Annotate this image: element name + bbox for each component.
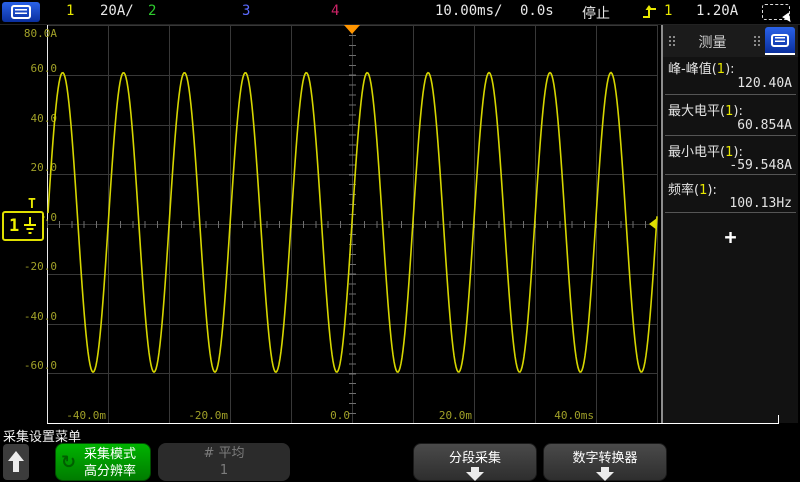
menu-list-icon [771,34,789,47]
ground-icon [23,217,37,235]
channel2-status[interactable]: 2 [148,3,156,19]
y-axis-label: 40.0 [2,112,57,125]
graticule-right-border [657,25,658,423]
acq-mode-value: 高分辨率 [70,463,150,480]
channel4-status[interactable]: 4 [331,3,339,19]
average-value: 1 [158,462,290,479]
average-label: # 平均 [158,445,290,462]
x-axis-label: -20.0m [168,409,228,422]
oscilloscope-screen: 1 20A/ 2 3 4 10.00ms/ 0.0s 停止 1 1.20A 80… [0,0,800,482]
y-axis-label: -40.0 [2,310,57,323]
y-axis-label: 80.0A [2,27,57,40]
axis-baseline [47,423,779,424]
y-axis-label: -20.0 [2,260,57,273]
digitizer-label: 数字转换器 [544,447,666,466]
status-bar: 1 20A/ 2 3 4 10.00ms/ 0.0s 停止 1 1.20A [0,0,800,25]
channel1-scale[interactable]: 20A/ [100,3,134,19]
divider [665,174,796,175]
divider [665,135,796,136]
measurements-panel-header[interactable]: 测量 [663,25,798,57]
menu-list-icon [11,5,31,19]
measurements-menu-button[interactable] [765,27,795,55]
add-measurement-button[interactable]: + [663,225,798,249]
run-state-status[interactable]: 停止 [582,3,610,23]
waveform-display: 80.0A 60.0 40.0 20.0 0.0 -20.0 -40.0 -60… [0,25,660,423]
segmented-acquisition-button[interactable]: 分段采集 [413,443,537,481]
divider [665,94,796,95]
delay-status[interactable]: 0.0s [520,3,554,19]
trigger-level-status[interactable]: 1.20A [696,3,738,19]
drag-handle-icon[interactable] [754,36,756,38]
center-axis-ticks-horizontal [47,221,657,228]
measurement-value: 60.854A [737,118,792,133]
main-menu-button[interactable] [2,2,40,22]
digitizer-button[interactable]: 数字转换器 [543,443,667,481]
trigger-source-status[interactable]: 1 [664,3,672,19]
measurement-value: 100.13Hz [729,196,792,211]
channel1-ground-marker[interactable]: 1 [2,211,44,241]
channel3-status[interactable]: 3 [242,3,250,19]
trigger-position-marker-icon[interactable] [344,25,360,34]
measurements-panel: 测量 峰-峰值(1): 120.40A 最大电平(1): 60.854A 最小电… [661,25,798,423]
region-select-icon[interactable] [762,4,790,20]
segmented-label: 分段采集 [414,447,536,466]
acq-mode-label: 采集模式 [70,446,150,463]
up-arrow-icon [8,451,24,461]
x-axis-label: 20.0m [412,409,472,422]
x-axis-label: 0.0 [290,409,350,422]
menu-back-button[interactable] [3,444,29,480]
average-count-button: # 平均 1 [158,443,290,481]
timebase-status[interactable]: 10.00ms/ [435,3,502,19]
y-axis-label: 60.0 [2,62,57,75]
y-axis-label: 20.0 [2,161,57,174]
measurement-value: 120.40A [737,76,792,91]
x-axis-label: 40.0ms [534,409,594,422]
down-arrow-icon [466,472,484,481]
measurement-value: -59.548A [729,158,792,173]
measurement-label[interactable]: 最大电平(1): [668,100,794,119]
trigger-level-right-marker-icon[interactable] [649,218,657,230]
acquisition-mode-button[interactable]: ↻ 采集模式 高分辨率 [55,443,151,481]
channel1-marker-label: 1 [9,216,19,236]
measurements-panel-title: 测量 [663,32,762,52]
trigger-level-t-label: T [28,197,36,212]
channel1-status[interactable]: 1 [66,3,74,19]
measurement-label[interactable]: 峰-峰值(1): [668,58,794,77]
y-axis-label: -60.0 [2,359,57,372]
down-arrow-icon [596,472,614,481]
x-axis-label: -40.0m [46,409,106,422]
rising-edge-trigger-icon[interactable] [642,4,658,24]
axis-baseline-end [778,415,779,423]
divider [665,212,796,213]
